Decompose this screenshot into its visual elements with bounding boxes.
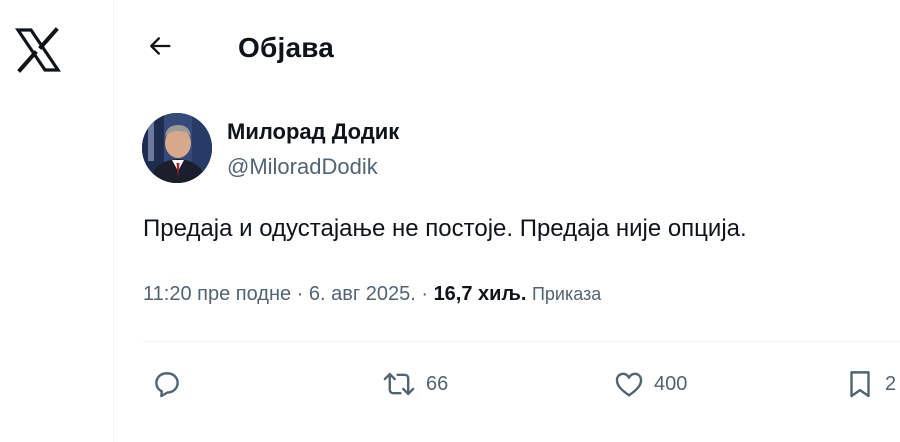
retweet-count: 66 bbox=[426, 372, 449, 395]
back-button[interactable] bbox=[140, 28, 180, 68]
bookmark-icon bbox=[843, 367, 877, 401]
retweet-button[interactable]: 66 bbox=[380, 364, 448, 404]
bookmark-count: 2 bbox=[885, 372, 897, 395]
author-handle[interactable]: @MiloradDodik bbox=[227, 154, 378, 180]
heart-icon bbox=[612, 367, 646, 401]
bookmark-button[interactable]: 2 bbox=[843, 364, 896, 404]
like-count: 400 bbox=[654, 372, 688, 395]
tweet-meta: 11:20 пре подне · 6. авг 2025. · 16,7 хи… bbox=[143, 283, 601, 306]
tweet-time[interactable]: 11:20 пре подне bbox=[143, 283, 291, 305]
reply-button[interactable] bbox=[150, 364, 184, 404]
avatar[interactable] bbox=[142, 113, 212, 183]
reply-icon bbox=[150, 367, 184, 401]
views-count: 16,7 хиљ. bbox=[433, 283, 527, 305]
x-logo-icon[interactable] bbox=[14, 26, 62, 74]
author-name[interactable]: Милорад Додик bbox=[227, 119, 399, 145]
like-button[interactable]: 400 bbox=[612, 364, 687, 404]
arrow-left-icon bbox=[146, 32, 174, 65]
meta-separator: · bbox=[421, 283, 434, 305]
meta-separator: · bbox=[296, 283, 309, 305]
views-label: Приказа bbox=[531, 284, 602, 304]
page-title: Објава bbox=[238, 32, 335, 63]
tweet-date[interactable]: 6. авг 2025. bbox=[309, 283, 416, 305]
retweet-icon bbox=[380, 367, 418, 401]
left-rail bbox=[0, 0, 114, 442]
divider bbox=[143, 341, 900, 342]
tweet-text: Предаја и одустајање не постоје. Предаја… bbox=[143, 215, 747, 242]
